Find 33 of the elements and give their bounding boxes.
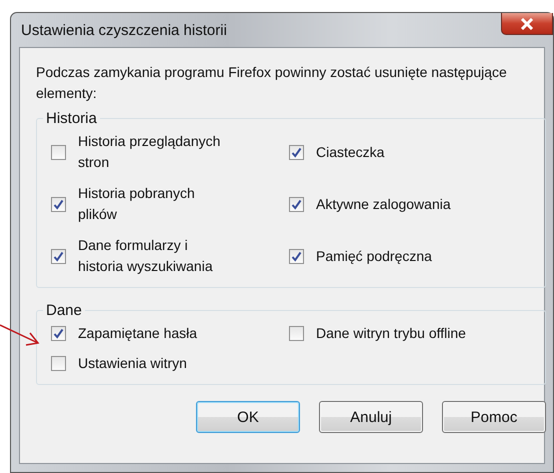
checkbox[interactable] xyxy=(51,326,66,341)
checkbox[interactable] xyxy=(51,144,66,160)
checkmark-icon xyxy=(53,250,64,262)
checkbox-label[interactable]: Historia przeglądanych stron xyxy=(78,131,230,173)
checkbox-label[interactable]: Dane witryn trybu offline xyxy=(316,323,468,344)
checkbox-label[interactable]: Historia pobranych plików xyxy=(78,183,230,225)
checkbox[interactable] xyxy=(51,196,66,212)
dialog-button[interactable]: Anuluj xyxy=(319,401,423,433)
close-icon xyxy=(520,18,534,30)
dialog-button[interactable]: Pomoc xyxy=(442,401,546,433)
close-button[interactable] xyxy=(501,13,553,35)
checkmark-icon xyxy=(291,250,302,262)
checkmark-icon xyxy=(291,198,302,210)
checkmark-icon xyxy=(53,198,64,210)
checkbox[interactable] xyxy=(289,248,304,264)
checkbox[interactable] xyxy=(289,196,304,212)
checkbox[interactable] xyxy=(289,326,304,341)
group-title: Dane xyxy=(45,302,83,319)
checkbox[interactable] xyxy=(289,144,304,160)
checkbox[interactable] xyxy=(51,356,66,371)
checkmark-icon xyxy=(291,146,302,158)
group-title: Historia xyxy=(45,110,98,127)
checkmark-icon xyxy=(53,328,64,339)
checkbox-label[interactable]: Zapamiętane hasła xyxy=(78,323,230,344)
description-text: Podczas zamykania programu Firefox powinny zostać usunięte następujące elementy: xyxy=(36,63,508,103)
checkbox[interactable] xyxy=(51,248,66,264)
window-title: Ustawienia czyszczenia historii xyxy=(20,22,227,38)
checkbox-label[interactable]: Ciasteczka xyxy=(316,142,468,162)
checkbox-label[interactable]: Ustawienia witryn xyxy=(78,353,230,374)
checkbox-label[interactable]: Pamięć podręczna xyxy=(316,246,468,266)
checkbox-label[interactable]: Aktywne zalogowania xyxy=(316,194,468,214)
dialog-button[interactable]: OK xyxy=(196,401,300,433)
checkbox-label[interactable]: Dane formularzy i historia wyszukiwania xyxy=(78,235,230,277)
